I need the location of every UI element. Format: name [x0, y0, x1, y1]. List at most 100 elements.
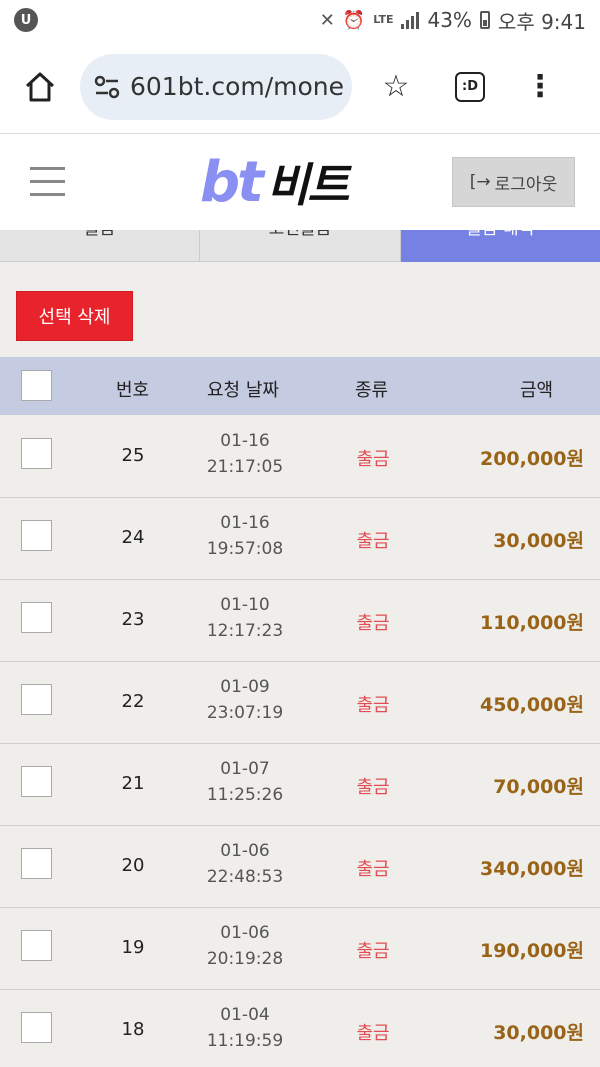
row-date-time: 12:17:23 — [206, 621, 284, 641]
tab-label: 출금 내역 — [466, 230, 534, 239]
browser-toolbar: 601bt.com/mone ☆ :D ⋮ — [0, 40, 600, 134]
tab-switcher-button[interactable]: :D — [440, 71, 500, 102]
tab-coin-withdraw[interactable]: 코인출금 — [200, 230, 401, 262]
row-kind: 출금 — [356, 449, 390, 470]
row-date: 01-04 11:19:59 — [185, 1002, 305, 1054]
table-row: 25 01-16 21:17:05 출금 200,000원 — [0, 416, 600, 498]
row-kind: 출금 — [356, 777, 390, 798]
row-amount: 200,000원 — [479, 448, 584, 470]
row-date-day: 01-09 — [220, 677, 270, 697]
select-all-checkbox[interactable] — [21, 370, 52, 401]
address-bar[interactable]: 601bt.com/mone — [80, 53, 352, 120]
network-type: LTE — [373, 13, 394, 26]
row-checkbox[interactable] — [21, 438, 52, 469]
row-date-day: 01-16 — [220, 431, 270, 451]
row-date: 01-07 11:25:26 — [185, 756, 305, 808]
more-vert-icon: ⋮ — [525, 69, 555, 104]
home-button[interactable] — [0, 70, 80, 104]
table-row: 23 01-10 12:17:23 출금 110,000원 — [0, 580, 600, 662]
row-kind: 출금 — [356, 859, 390, 880]
row-date-time: 23:07:19 — [206, 703, 284, 723]
row-date-day: 01-06 — [220, 841, 270, 861]
battery-percent: 43% — [427, 8, 472, 32]
site-logo[interactable]: bt 비트 — [200, 149, 350, 215]
hamburger-menu-icon[interactable] — [30, 167, 65, 206]
row-date: 01-16 19:57:08 — [185, 510, 305, 562]
row-date-time: 20:19:28 — [206, 949, 284, 969]
row-checkbox[interactable] — [21, 766, 52, 797]
header-num: 번호 — [116, 380, 150, 401]
tab-label: 출금 — [84, 230, 115, 239]
alarm-icon: ⏰ — [342, 9, 366, 31]
row-kind: 출금 — [356, 531, 390, 552]
row-num: 21 — [121, 773, 145, 794]
row-date: 01-06 22:48:53 — [185, 838, 305, 890]
tab-withdraw-history[interactable]: 출금 내역 — [400, 230, 600, 262]
row-num: 25 — [121, 445, 145, 466]
star-icon: ☆ — [382, 69, 410, 104]
row-date: 01-16 21:17:05 — [185, 428, 305, 480]
row-amount: 30,000원 — [493, 1022, 584, 1044]
row-date-time: 22:48:53 — [206, 867, 284, 887]
row-num: 22 — [121, 691, 145, 712]
row-date-day: 01-16 — [220, 513, 270, 533]
header-date: 요청 날짜 — [207, 380, 279, 401]
row-date-time: 11:25:26 — [206, 785, 284, 805]
tab-row: 출금 코인출금 출금 내역 — [0, 230, 600, 262]
logout-button[interactable]: [→ 로그아웃 — [452, 157, 575, 207]
row-checkbox[interactable] — [21, 1012, 52, 1043]
table-row: 20 01-06 22:48:53 출금 340,000원 — [0, 826, 600, 908]
clock: 오후 9:41 — [497, 9, 586, 34]
app-badge-icon: U — [14, 8, 38, 32]
row-date: 01-06 20:19:28 — [185, 920, 305, 972]
logout-label: 로그아웃 — [494, 174, 558, 195]
row-num: 20 — [121, 855, 145, 876]
row-num: 19 — [121, 937, 145, 958]
battery-icon — [479, 11, 490, 29]
signal-icon — [401, 11, 420, 29]
row-checkbox[interactable] — [21, 602, 52, 633]
row-checkbox[interactable] — [21, 930, 52, 961]
bookmark-button[interactable]: ☆ — [352, 69, 440, 104]
row-checkbox[interactable] — [21, 848, 52, 879]
delete-selected-button[interactable]: 선택 삭제 — [16, 291, 133, 341]
table-row: 24 01-16 19:57:08 출금 30,000원 — [0, 498, 600, 580]
row-amount: 190,000원 — [479, 940, 584, 962]
home-icon — [25, 72, 55, 101]
table-row: 19 01-06 20:19:28 출금 190,000원 — [0, 908, 600, 990]
site-settings-icon — [94, 75, 120, 98]
mute-icon: ✕ — [319, 9, 335, 31]
row-kind: 출금 — [356, 1023, 390, 1044]
row-kind: 출금 — [356, 695, 390, 716]
logo-latin: bt — [200, 149, 264, 215]
row-amount: 450,000원 — [479, 694, 584, 716]
table-row: 22 01-09 23:07:19 출금 450,000원 — [0, 662, 600, 744]
header-amount: 금액 — [520, 380, 554, 401]
row-kind: 출금 — [356, 613, 390, 634]
logo-korean: 비트 — [266, 158, 350, 212]
row-date-time: 11:19:59 — [206, 1031, 284, 1051]
row-checkbox[interactable] — [21, 684, 52, 715]
logout-icon: [→ — [469, 172, 491, 192]
table-row: 18 01-04 11:19:59 출금 30,000원 — [0, 990, 600, 1067]
row-amount: 70,000원 — [493, 776, 584, 798]
row-num: 18 — [121, 1019, 145, 1040]
row-date: 01-10 12:17:23 — [185, 592, 305, 644]
row-date-day: 01-07 — [220, 759, 270, 779]
row-checkbox[interactable] — [21, 520, 52, 551]
row-date: 01-09 23:07:19 — [185, 674, 305, 726]
row-date-day: 01-04 — [220, 1005, 270, 1025]
row-date-day: 01-06 — [220, 923, 270, 943]
browser-menu-button[interactable]: ⋮ — [500, 69, 580, 104]
url-text: 601bt.com/mone — [130, 72, 345, 101]
tab-count: :D — [455, 71, 485, 102]
row-date-day: 01-10 — [220, 595, 270, 615]
row-kind: 출금 — [356, 941, 390, 962]
table-row: 21 01-07 11:25:26 출금 70,000원 — [0, 744, 600, 826]
row-amount: 110,000원 — [479, 612, 584, 634]
row-date-time: 21:17:05 — [206, 457, 284, 477]
row-num: 23 — [121, 609, 145, 630]
tab-withdraw[interactable]: 출금 — [0, 230, 201, 262]
table-header: 번호 요청 날짜 종류 금액 — [0, 357, 600, 415]
row-date-time: 19:57:08 — [206, 539, 284, 559]
